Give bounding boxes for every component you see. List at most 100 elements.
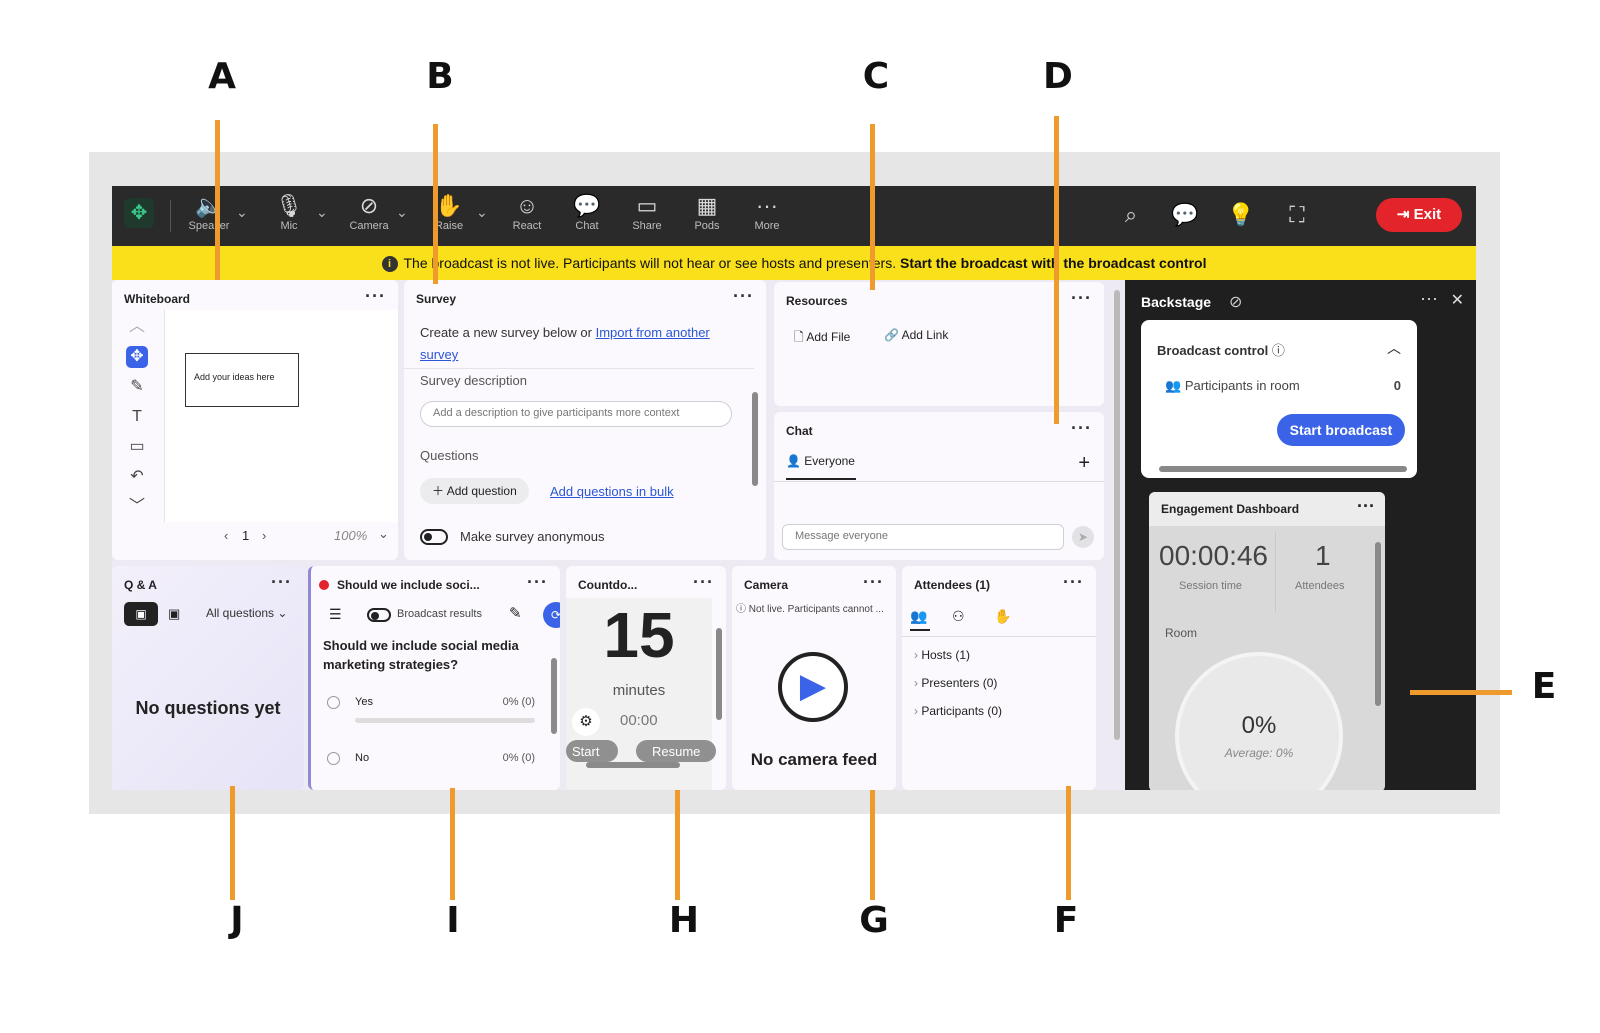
broadcast-results-toggle[interactable] (367, 608, 391, 622)
exit-button[interactable]: ⇥ Exit (1376, 198, 1462, 232)
survey-description-input[interactable]: Add a description to give participants m… (420, 401, 732, 427)
countdown-hscrollbar[interactable] (586, 762, 680, 768)
attendees-pod: Attendees (1) ··· 👥 ⚇ ✋ › Hosts (1) › Pr… (902, 566, 1096, 790)
select-tool-icon[interactable]: ✥ (126, 346, 148, 368)
qa-host-view-icon[interactable]: ▣ (124, 602, 158, 626)
pods-button[interactable]: ▦ Pods (678, 192, 736, 242)
anonymous-toggle[interactable] (420, 529, 448, 545)
zoom-level[interactable]: 100% (334, 528, 367, 543)
edit-pencil-icon[interactable]: ✎ (509, 604, 522, 622)
chat-menu-icon[interactable]: ··· (1071, 418, 1092, 439)
lightbulb-icon[interactable]: 💡 (1224, 198, 1258, 232)
settings-gear-icon[interactable]: ⚙ (572, 708, 600, 736)
focus-frame-icon[interactable]: ⛶ (1280, 198, 1314, 232)
countdown-menu-icon[interactable]: ··· (693, 572, 714, 593)
main-vertical-scrollbar[interactable] (1114, 290, 1120, 740)
undo-icon[interactable]: ↶ (126, 466, 148, 488)
info-circle-icon[interactable]: ⓘ (1272, 343, 1285, 358)
link-icon: 🔗 (884, 328, 902, 342)
zoom-chevron-down-icon[interactable]: ⌄ (378, 526, 389, 542)
hosts-group[interactable]: › Hosts (1) (914, 648, 970, 662)
poll-action-icon[interactable]: ⟳ (543, 602, 560, 628)
chat-icon: 💬 (573, 193, 601, 218)
mic-chevron-down-icon[interactable]: ⌄ (316, 204, 328, 221)
survey-menu-icon[interactable]: ··· (733, 286, 754, 307)
chevron-up-icon[interactable]: ︿ (126, 316, 148, 338)
attendees-menu-icon[interactable]: ··· (1063, 572, 1084, 593)
speaker-button[interactable]: 🔈 Speaker (180, 192, 238, 242)
resume-button[interactable]: Resume (636, 740, 716, 762)
speaker-chevron-down-icon[interactable]: ⌄ (236, 204, 248, 221)
add-question-button[interactable]: ＋ Add question (420, 478, 529, 504)
poll-list-icon[interactable]: ☰ (329, 606, 342, 623)
countdown-vscrollbar[interactable] (716, 628, 722, 720)
attendees-breakout-icon[interactable]: ⚇ (952, 608, 965, 625)
chat-message-input[interactable]: Message everyone (782, 524, 1064, 550)
pencil-icon[interactable]: ✎ (126, 376, 148, 398)
presenters-group[interactable]: › Presenters (0) (914, 676, 997, 690)
radio-button[interactable] (327, 696, 340, 709)
camera-empty-state: No camera feed (750, 750, 878, 769)
poll-option-yes[interactable]: Yes 0% (0) (325, 694, 535, 734)
engagement-menu-icon[interactable]: ··· (1357, 496, 1375, 517)
plus-icon: ＋ (432, 484, 447, 498)
prev-page-icon[interactable]: ‹ (224, 528, 228, 543)
react-button[interactable]: ☺ React (498, 192, 556, 242)
qa-participant-view-icon[interactable]: ▣ (168, 602, 192, 626)
add-file-button[interactable]: 🗋 Add File (794, 328, 850, 349)
text-tool-icon[interactable]: T (126, 406, 148, 428)
mic-button[interactable]: 🎙 Mic (260, 192, 318, 242)
option-label: No (355, 752, 370, 764)
poll-option-no[interactable]: No 0% (0) (325, 750, 535, 780)
top-toolbar: ✥ 🔈 Speaker ⌄ 🎙 Mic ⌄ ⊘ Camera ⌄ ✋ Raise… (112, 186, 1476, 246)
raise-chevron-down-icon[interactable]: ⌄ (476, 204, 488, 221)
camera-menu-icon[interactable]: ··· (863, 572, 884, 593)
option-label: Yes (355, 696, 373, 708)
attendees-role-view-icon[interactable]: 👥 (910, 608, 930, 631)
poll-scrollbar[interactable] (551, 658, 557, 734)
hidden-eye-icon[interactable]: ⊘ (1229, 292, 1242, 312)
send-icon[interactable]: ➤ (1072, 526, 1094, 548)
whiteboard-menu-icon[interactable]: ··· (365, 286, 386, 307)
whiteboard-canvas[interactable]: Add your ideas here (164, 310, 398, 522)
more-button[interactable]: ··· More (738, 192, 796, 242)
qa-menu-icon[interactable]: ··· (271, 572, 292, 593)
resources-menu-icon[interactable]: ··· (1071, 288, 1092, 309)
card-horizontal-scrollbar[interactable] (1159, 466, 1407, 472)
attendees-raise-hand-icon[interactable]: ✋ (994, 608, 1011, 625)
raise-hand-button[interactable]: ✋ Raise (420, 192, 478, 242)
engagement-header: Engagement Dashboard ··· (1149, 492, 1385, 526)
collapse-chevron-up-icon[interactable]: ︿ (1387, 338, 1401, 358)
camera-chevron-down-icon[interactable]: ⌄ (396, 204, 408, 221)
sticky-note[interactable]: Add your ideas here (185, 353, 299, 407)
broadcast-results-label: Broadcast results (397, 608, 482, 620)
share-button[interactable]: ▭ Share (618, 192, 676, 242)
chevron-down-icon[interactable]: ﹀ (126, 496, 148, 518)
survey-scrollbar[interactable] (752, 392, 758, 486)
anonymous-label: Make survey anonymous (460, 529, 605, 544)
poll-menu-icon[interactable]: ··· (527, 572, 548, 593)
radio-button[interactable] (327, 752, 340, 765)
qa-filter-label: All questions (206, 606, 275, 620)
engagement-scrollbar[interactable] (1375, 542, 1381, 706)
search-icon[interactable]: ⌕ (1114, 198, 1148, 232)
chat-tab-everyone[interactable]: 👤 Everyone (786, 454, 856, 480)
participants-group[interactable]: › Participants (0) (914, 704, 1002, 718)
rectangle-icon[interactable]: ▭ (126, 436, 148, 458)
camera-button[interactable]: ⊘ Camera (340, 192, 398, 242)
start-broadcast-button[interactable]: Start broadcast (1277, 414, 1405, 446)
next-page-icon[interactable]: › (262, 528, 266, 543)
qa-filter-dropdown[interactable]: All questions ⌄ (206, 606, 287, 620)
info-circle-icon: ⓘ (736, 604, 749, 615)
backstage-chat-icon[interactable]: 💬 (1168, 198, 1202, 232)
session-time-label: Session time (1179, 580, 1242, 592)
chat-button[interactable]: 💬 Chat (558, 192, 616, 242)
new-chat-plus-icon[interactable]: + (1078, 452, 1090, 475)
callout-line-h (675, 790, 680, 900)
add-questions-bulk-link[interactable]: Add questions in bulk (550, 484, 674, 499)
chat-title: Chat (786, 424, 813, 438)
add-link-button[interactable]: 🔗 Add Link (884, 328, 948, 342)
start-button[interactable]: Start (566, 740, 618, 762)
backstage-menu-icon[interactable]: ··· (1420, 288, 1438, 309)
close-icon[interactable]: ✕ (1451, 290, 1464, 310)
